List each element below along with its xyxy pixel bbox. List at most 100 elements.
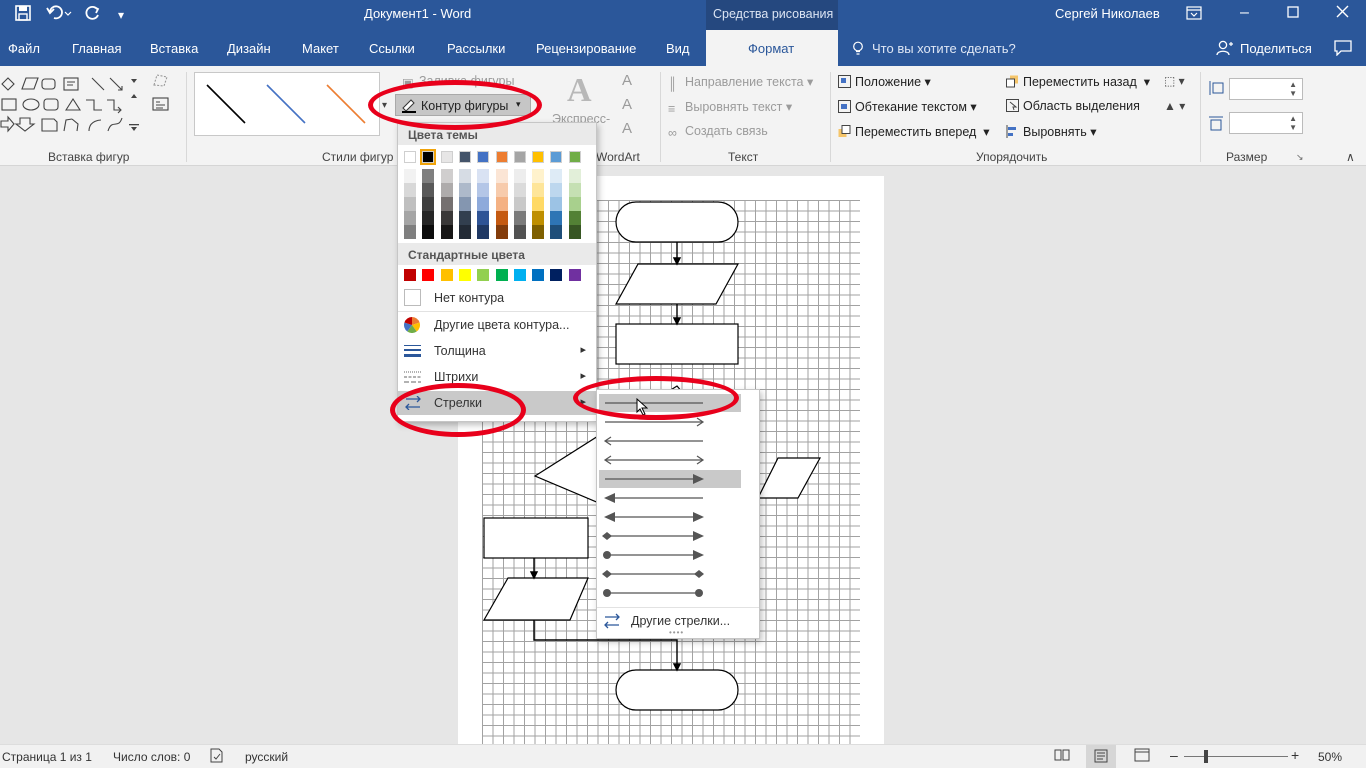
tab-references[interactable]: Ссылки: [369, 41, 415, 56]
tab-format[interactable]: Формат: [706, 30, 838, 66]
theme-shade-swatch[interactable]: [550, 197, 563, 211]
arrow-style-open-end[interactable]: [599, 413, 741, 431]
theme-color-swatch[interactable]: [458, 151, 471, 163]
position-button[interactable]: Положение ▾: [838, 74, 931, 89]
zoom-level[interactable]: 50%: [1318, 750, 1342, 764]
tab-home[interactable]: Главная: [72, 41, 121, 56]
theme-shade-swatch[interactable]: [404, 225, 416, 239]
theme-shade-swatch[interactable]: [532, 169, 545, 183]
read-mode-icon[interactable]: [1054, 748, 1070, 765]
theme-color-swatch[interactable]: [495, 151, 508, 163]
zoom-slider-thumb[interactable]: [1204, 750, 1208, 763]
ribbon-display-icon[interactable]: [1186, 6, 1202, 23]
theme-shade-swatch[interactable]: [550, 183, 563, 197]
group-objects-icon[interactable]: ⬚ ▾: [1164, 74, 1185, 88]
tab-layout[interactable]: Макет: [302, 41, 339, 56]
share-button[interactable]: Поделиться: [1240, 41, 1312, 56]
customize-icon[interactable]: ▾: [118, 8, 124, 22]
arrow-style-diamond-filled[interactable]: [599, 527, 741, 545]
theme-shade-swatch[interactable]: [568, 183, 581, 197]
theme-shade-swatch[interactable]: [477, 197, 490, 211]
create-link-button[interactable]: ∞ Создать связь: [668, 124, 768, 140]
theme-shade-swatch[interactable]: [513, 183, 526, 197]
zoom-out-icon[interactable]: –: [1170, 747, 1178, 763]
language[interactable]: русский: [245, 750, 288, 764]
theme-shade-swatch[interactable]: [568, 211, 581, 225]
close-icon[interactable]: [1336, 5, 1349, 21]
tab-view[interactable]: Вид: [666, 41, 690, 56]
theme-shade-swatch[interactable]: [495, 225, 508, 239]
selection-pane-button[interactable]: Область выделения: [1006, 99, 1140, 113]
theme-shade-swatch[interactable]: [495, 183, 508, 197]
standard-color-swatch[interactable]: [532, 269, 545, 281]
theme-shade-swatch[interactable]: [404, 211, 416, 225]
theme-shade-swatch[interactable]: [532, 225, 545, 239]
theme-shade-swatch[interactable]: [404, 169, 416, 183]
theme-shade-swatch[interactable]: [440, 225, 453, 239]
theme-shade-swatch[interactable]: [440, 183, 453, 197]
shape-fill-button[interactable]: ▣ Заливка фигуры: [402, 74, 514, 90]
zoom-slider[interactable]: [1184, 756, 1288, 757]
theme-shade-swatch[interactable]: [513, 169, 526, 183]
shape-outline-button[interactable]: Контур фигуры ▾: [395, 94, 531, 116]
shape-styles-gallery[interactable]: [194, 72, 380, 136]
collapse-ribbon-icon[interactable]: ∧: [1346, 150, 1355, 164]
theme-shade-swatch[interactable]: [422, 183, 435, 197]
theme-shade-swatch[interactable]: [422, 197, 435, 211]
theme-shade-swatch[interactable]: [458, 225, 471, 239]
standard-color-swatch[interactable]: [550, 269, 563, 281]
web-layout-icon[interactable]: [1134, 748, 1150, 765]
theme-color-swatch[interactable]: [550, 151, 563, 163]
print-layout-button[interactable]: [1086, 745, 1116, 768]
standard-color-swatch[interactable]: [513, 269, 526, 281]
text-effects-icon[interactable]: A: [622, 120, 632, 137]
tab-design[interactable]: Дизайн: [227, 41, 271, 56]
send-backward-button[interactable]: Переместить назад ▾: [1006, 74, 1150, 89]
theme-color-swatch[interactable]: [532, 151, 545, 163]
theme-color-swatch[interactable]: [404, 151, 416, 163]
theme-shade-swatch[interactable]: [568, 169, 581, 183]
user-name[interactable]: Сергей Николаев: [1055, 6, 1160, 21]
save-icon[interactable]: [14, 4, 32, 27]
arrow-style-diamond-both[interactable]: [599, 565, 741, 583]
theme-shade-swatch[interactable]: [422, 169, 435, 183]
standard-color-swatch[interactable]: [440, 269, 453, 281]
standard-color-swatch[interactable]: [477, 269, 490, 281]
shapes-gallery[interactable]: [0, 74, 145, 140]
theme-color-swatch[interactable]: [477, 151, 490, 163]
wordart-a-icon[interactable]: A: [567, 72, 592, 110]
minimize-icon[interactable]: –: [1240, 4, 1249, 22]
arrow-style-oval-filled[interactable]: [599, 546, 741, 564]
theme-shade-swatch[interactable]: [513, 211, 526, 225]
text-direction-button[interactable]: ║ Направление текста ▾: [668, 74, 813, 91]
wrap-text-button[interactable]: Обтекание текстом ▾: [838, 99, 977, 114]
theme-shade-swatch[interactable]: [495, 211, 508, 225]
comments-icon[interactable]: [1334, 40, 1352, 59]
dashes-item[interactable]: Штрихи ▸: [398, 365, 596, 389]
spin-icon[interactable]: ▲ ▼: [1289, 80, 1297, 98]
text-box-icon[interactable]: [152, 96, 170, 115]
page-count[interactable]: Страница 1 из 1: [2, 750, 92, 764]
standard-color-swatch[interactable]: [568, 269, 581, 281]
word-count[interactable]: Число слов: 0: [113, 750, 190, 764]
maximize-icon[interactable]: [1287, 6, 1299, 21]
theme-shade-swatch[interactable]: [458, 183, 471, 197]
standard-color-swatch[interactable]: [422, 269, 435, 281]
size-dialog-launcher-icon[interactable]: ↘: [1296, 152, 1304, 163]
theme-shade-swatch[interactable]: [513, 197, 526, 211]
arrow-style-open-start[interactable]: [599, 432, 741, 450]
rotate-icon[interactable]: ▲ ▾: [1164, 99, 1185, 113]
theme-shade-swatch[interactable]: [404, 197, 416, 211]
theme-shade-swatch[interactable]: [458, 169, 471, 183]
tab-file[interactable]: Файл: [8, 41, 40, 56]
standard-color-swatch[interactable]: [458, 269, 471, 281]
theme-color-swatch[interactable]: [568, 151, 581, 163]
theme-shade-swatch[interactable]: [532, 211, 545, 225]
align-text-button[interactable]: ≡ Выровнять текст ▾: [668, 99, 792, 116]
spin-icon[interactable]: ▲ ▼: [1289, 114, 1297, 132]
theme-shade-swatch[interactable]: [404, 183, 416, 197]
align-button[interactable]: Выровнять ▾: [1006, 124, 1097, 139]
theme-color-swatch[interactable]: [420, 149, 437, 165]
styles-more-icon[interactable]: ▾: [382, 100, 387, 111]
redo-icon[interactable]: [84, 4, 102, 27]
